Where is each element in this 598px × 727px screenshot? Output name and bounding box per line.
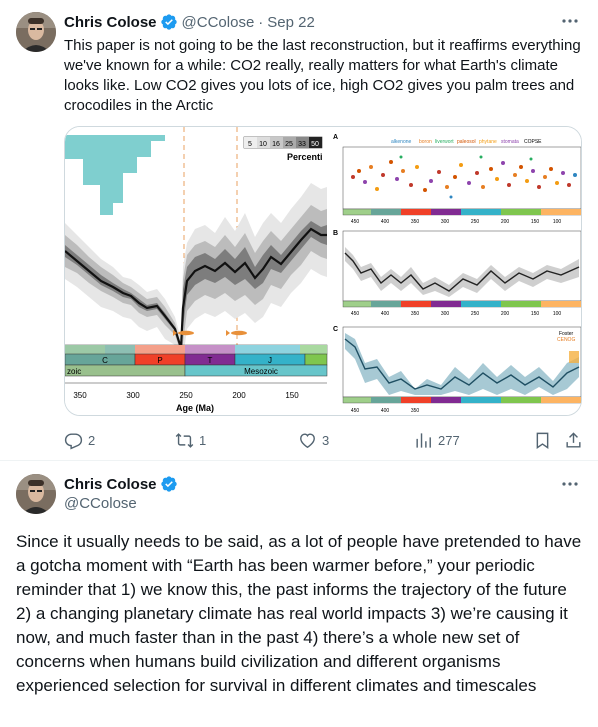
avatar-photo: [16, 474, 56, 514]
tweet-divider: [0, 460, 598, 461]
legend-tick: 10: [259, 141, 267, 148]
panel-label: C: [333, 326, 338, 333]
retweet-button[interactable]: 1: [175, 428, 206, 452]
reply-count: 2: [88, 432, 96, 448]
reply-icon: [64, 432, 83, 450]
svg-text:300: 300: [441, 311, 450, 317]
x-tick: 200: [232, 391, 246, 400]
svg-text:paleosol: paleosol: [457, 139, 476, 145]
svg-text:350: 350: [411, 219, 420, 225]
handle[interactable]: @CColose: [182, 14, 255, 31]
svg-text:300: 300: [441, 219, 450, 225]
separator-dot: ·: [258, 13, 264, 31]
geologic-timescale: C P T J zoic Mesozoic: [65, 344, 328, 377]
period-label: C: [102, 356, 108, 365]
verified-badge-icon: [160, 13, 178, 31]
legend-tick: 50: [311, 141, 319, 148]
share-button[interactable]: [564, 428, 583, 452]
svg-text:250: 250: [471, 219, 480, 225]
svg-text:450: 450: [351, 219, 360, 225]
period-label: J: [268, 356, 272, 365]
svg-text:stomata: stomata: [501, 139, 519, 145]
tweet-actions: 2 1 3 277: [64, 428, 586, 452]
legend-tick: 25: [285, 141, 293, 148]
svg-text:alkenone: alkenone: [391, 139, 412, 145]
svg-text:liverwort: liverwort: [435, 139, 454, 145]
legend-tick: 5: [248, 141, 252, 148]
tweet-media-image[interactable]: 5 10 16 25 33 50 Percenti C P T J zoic M…: [64, 126, 582, 416]
tweet-header: Chris Colose @CColose · Sep 22: [64, 12, 315, 32]
more-dots-icon[interactable]: [560, 11, 580, 31]
tweet-date[interactable]: Sep 22: [267, 14, 315, 31]
tweet-text: This paper is not going to be the last r…: [64, 37, 581, 114]
bookmark-icon: [536, 432, 549, 449]
svg-text:350: 350: [411, 311, 420, 317]
retweet-icon: [175, 432, 194, 448]
verified-badge-icon: [160, 475, 178, 493]
display-name[interactable]: Chris Colose: [64, 14, 157, 31]
legend-tick: 33: [298, 141, 306, 148]
views-count: 277: [438, 432, 460, 448]
svg-text:450: 450: [351, 311, 360, 317]
retweet-count: 1: [199, 432, 207, 448]
svg-text:150: 150: [531, 219, 540, 225]
panel-label: A: [333, 134, 338, 141]
more-dots-icon[interactable]: [560, 474, 580, 494]
svg-text:250: 250: [471, 311, 480, 317]
views-button[interactable]: 277: [414, 428, 460, 452]
x-tick: 300: [126, 391, 140, 400]
left-panel: 5 10 16 25 33 50 Percenti C P T J zoic M…: [65, 127, 328, 415]
svg-text:400: 400: [381, 311, 390, 317]
svg-text:phytane: phytane: [479, 139, 497, 145]
share-icon: [566, 431, 581, 448]
avatar-photo: [16, 12, 56, 52]
right-panel: A alkenone boron liverwort paleosol phyt…: [331, 127, 581, 415]
reply-button[interactable]: 2: [64, 428, 95, 452]
x-tick: 150: [285, 391, 299, 400]
svg-text:200: 200: [501, 311, 510, 317]
legend-tick: 16: [272, 141, 280, 148]
x-tick: 250: [179, 391, 193, 400]
media-figure: 5 10 16 25 33 50 Percenti C P T J zoic M…: [65, 127, 581, 415]
svg-text:100: 100: [553, 219, 562, 225]
like-button[interactable]: 3: [298, 428, 329, 452]
panel-label: B: [333, 230, 338, 237]
like-count: 3: [322, 432, 330, 448]
period-label: P: [157, 356, 162, 365]
svg-text:350: 350: [411, 408, 420, 414]
period-label: T: [208, 356, 213, 365]
svg-text:100: 100: [553, 311, 562, 317]
legend-title: Percenti: [287, 152, 323, 162]
tweet-header: Chris Colose: [64, 474, 178, 494]
like-icon: [300, 432, 315, 448]
tweet-text: Since it usually needs to be said, as a …: [16, 532, 582, 695]
svg-text:150: 150: [531, 311, 540, 317]
panel-c-label: CENOG: [557, 337, 575, 343]
era-label: zoic: [67, 367, 81, 376]
bookmark-button[interactable]: [533, 428, 552, 452]
avatar[interactable]: [16, 474, 56, 514]
tweet-1[interactable]: Chris Colose @CColose · Sep 22 This pape…: [0, 0, 598, 460]
svg-text:400: 400: [381, 408, 390, 414]
svg-text:boron: boron: [419, 139, 432, 145]
svg-text:COPSE: COPSE: [524, 139, 542, 145]
avatar[interactable]: [16, 12, 56, 52]
handle[interactable]: @CColose: [64, 495, 137, 512]
svg-text:450: 450: [351, 408, 360, 414]
svg-text:400: 400: [381, 219, 390, 225]
x-axis-label: Age (Ma): [176, 403, 214, 413]
display-name[interactable]: Chris Colose: [64, 476, 157, 493]
x-tick: 350: [73, 391, 87, 400]
views-icon: [416, 432, 431, 448]
era-label: Mesozoic: [244, 367, 278, 376]
svg-text:200: 200: [501, 219, 510, 225]
